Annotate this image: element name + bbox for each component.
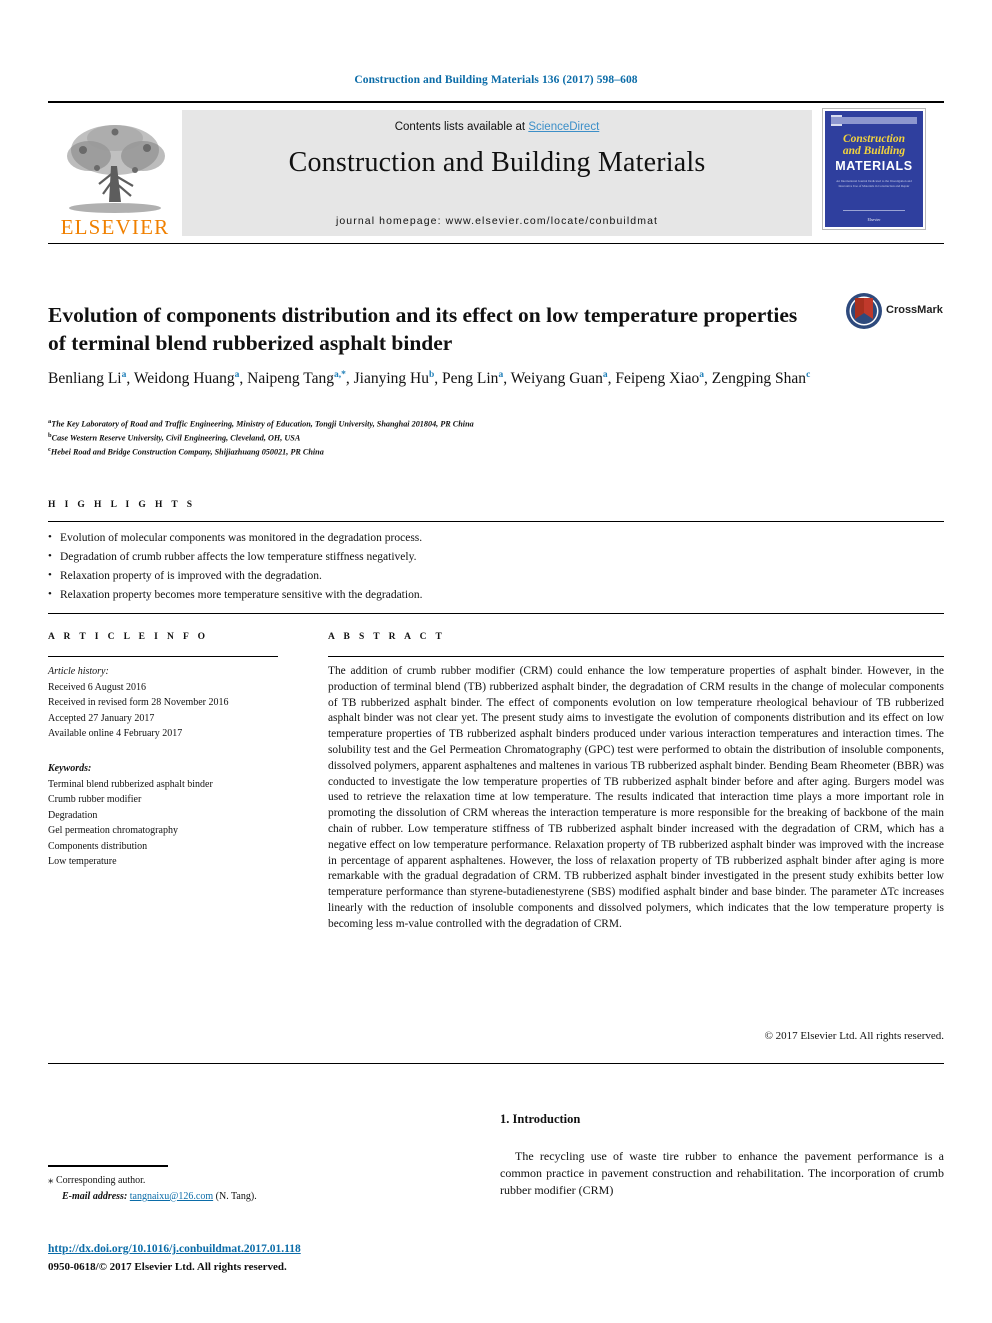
elsevier-logo: ELSEVIER	[50, 110, 180, 238]
author-name: Feipeng Xiao	[615, 370, 700, 387]
footnote-block: ⁎ Corresponding author. E-mail address: …	[48, 1172, 468, 1204]
cover-line2-text: and Building	[842, 145, 906, 158]
highlight-item: Evolution of molecular components was mo…	[48, 528, 748, 548]
abstract-text: The addition of crumb rubber modifier (C…	[328, 665, 944, 930]
sciencedirect-link[interactable]: ScienceDirect	[528, 121, 599, 133]
corresponding-author-star: ⁎	[48, 1174, 54, 1186]
article-history-label: Article history:	[48, 666, 109, 677]
journal-title: Construction and Building Materials	[288, 147, 706, 178]
highlights-list: Evolution of molecular components was mo…	[48, 528, 748, 605]
keyword-item: Crumb rubber modifier	[48, 794, 142, 805]
affiliation-item: cHebei Road and Bridge Construction Comp…	[48, 446, 324, 457]
corresponding-author-line: ⁎ Corresponding author.	[48, 1172, 468, 1189]
journal-masthead: ELSEVIER Contents lists available at Sci…	[48, 108, 944, 238]
email-line: E-mail address: tangnaixu@126.com (N. Ta…	[48, 1189, 468, 1204]
author-name: Weiyang Guan	[510, 370, 603, 387]
email-label: E-mail address:	[62, 1190, 128, 1202]
article-history-item: Available online 4 February 2017	[48, 728, 183, 739]
page-title: Evolution of components distribution and…	[48, 303, 798, 356]
author-name: Benliang Li	[48, 370, 122, 387]
elsevier-wordmark: ELSEVIER	[60, 215, 170, 239]
email-link[interactable]: tangnaixu@126.com	[130, 1191, 213, 1202]
article-history-item: Accepted 27 January 2017	[48, 712, 155, 724]
author-name: Naipeng Tang	[247, 370, 335, 387]
journal-reference: Construction and Building Materials 136 …	[354, 74, 638, 86]
cover-top-bar	[831, 117, 917, 124]
affiliation-item: aThe Key Laboratory of Road and Traffic …	[48, 418, 474, 429]
keywords-items: Terminal blend rubberized asphalt binder…	[48, 777, 293, 870]
author-affiliation-marker: a	[121, 369, 127, 380]
affiliation-list: aThe Key Laboratory of Road and Traffic …	[48, 417, 838, 459]
copyright-line: © 2017 Elsevier Ltd. All rights reserved…	[764, 1030, 944, 1042]
author-affiliation-marker: a	[699, 369, 705, 380]
masthead-bottom-rule	[48, 243, 944, 244]
cover-artwork: Construction and Building MATERIALS An I…	[825, 111, 923, 227]
highlight-item: Degradation of crumb rubber affects the …	[48, 547, 748, 567]
cover-divider	[843, 210, 905, 211]
cover-footer-text: Elsevier	[867, 217, 881, 222]
doi-link[interactable]: http://dx.doi.org/10.1016/j.conbuildmat.…	[48, 1243, 301, 1255]
highlight-item: Relaxation property becomes more tempera…	[48, 585, 748, 605]
cover-blurb: An International Journal Dedicated to th…	[836, 178, 912, 188]
author-affiliation-marker: a	[234, 369, 240, 380]
author-list: Benliang Lia, Weidong Huanga, Naipeng Ta…	[48, 369, 811, 387]
author-affiliation-marker: a,*	[334, 369, 346, 380]
author-name: Jianying Hu	[353, 370, 429, 387]
abstract-heading: A B S T R A C T	[328, 632, 446, 642]
header-top-rule	[48, 101, 944, 103]
keyword-item: Degradation	[48, 809, 98, 821]
author-affiliation-marker: c	[806, 369, 811, 380]
crossmark-label: CrossMark	[886, 304, 943, 316]
article-history-items: Received 6 August 2016 Received in revise…	[48, 680, 293, 742]
author-name: Peng Lin	[442, 370, 499, 387]
contents-line: Contents lists available at ScienceDirec…	[395, 121, 600, 133]
highlights-bottom-rule	[48, 613, 944, 615]
abstract-rule	[328, 656, 944, 657]
email-attribution: (N. Tang).	[215, 1190, 257, 1202]
keywords-label: Keywords:	[48, 763, 92, 774]
highlights-heading: H I G H L I G H T S	[48, 500, 196, 510]
cover-title-line1: Construction and Building	[843, 133, 905, 158]
keyword-item: Terminal blend rubberized asphalt binder	[48, 778, 213, 790]
author-affiliation-marker: b	[428, 369, 435, 380]
affiliation-item: bCase Western Reserve University, Civil …	[48, 432, 301, 443]
footnote-rule	[48, 1165, 168, 1167]
author-name: Weidong Huang	[133, 370, 235, 387]
keyword-item: Gel permeation chromatography	[48, 825, 178, 836]
abstract-bottom-rule	[48, 1063, 944, 1064]
cover-line1-text: Construction	[842, 133, 905, 145]
author-affiliation-marker: a	[602, 369, 608, 380]
article-info-rule	[48, 656, 278, 657]
journal-homepage[interactable]: journal homepage: www.elsevier.com/locat…	[182, 215, 812, 227]
highlights-top-rule	[48, 521, 944, 523]
author-name: Zengping Shan	[711, 370, 807, 387]
keywords-block: Keywords: Terminal blend rubberized asph…	[48, 761, 293, 870]
journal-cover-thumbnail[interactable]: Construction and Building MATERIALS An I…	[822, 108, 926, 230]
article-history: Article history: Received 6 August 2016 R…	[48, 664, 293, 742]
article-history-item: Received in revised form 28 November 201…	[48, 697, 229, 708]
elsevier-tree-icon	[67, 125, 165, 213]
crossmark-icon	[846, 293, 882, 329]
issn-copyright-line: 0950-0618/© 2017 Elsevier Ltd. All right…	[48, 1261, 287, 1273]
introduction-paragraph: The recycling use of waste tire rubber t…	[500, 1149, 944, 1198]
contents-prefix: Contents lists available at	[394, 121, 529, 133]
highlight-item: Relaxation property of is improved with …	[48, 566, 748, 586]
paper-page: Construction and Building Materials 136 …	[0, 0, 992, 1323]
crossmark-badge[interactable]: CrossMark	[845, 292, 943, 336]
introduction-heading: 1. Introduction	[500, 1112, 581, 1126]
keyword-item: Low temperature	[48, 856, 117, 867]
masthead-box: Contents lists available at ScienceDirec…	[182, 110, 812, 236]
corresponding-author-label: Corresponding author.	[56, 1175, 146, 1186]
author-affiliation-marker: a	[498, 369, 504, 380]
article-history-item: Received 6 August 2016	[48, 681, 147, 693]
cover-title-line3: MATERIALS	[835, 158, 913, 173]
keyword-item: Components distribution	[48, 840, 148, 852]
article-info-heading: A R T I C L E I N F O	[48, 632, 209, 642]
